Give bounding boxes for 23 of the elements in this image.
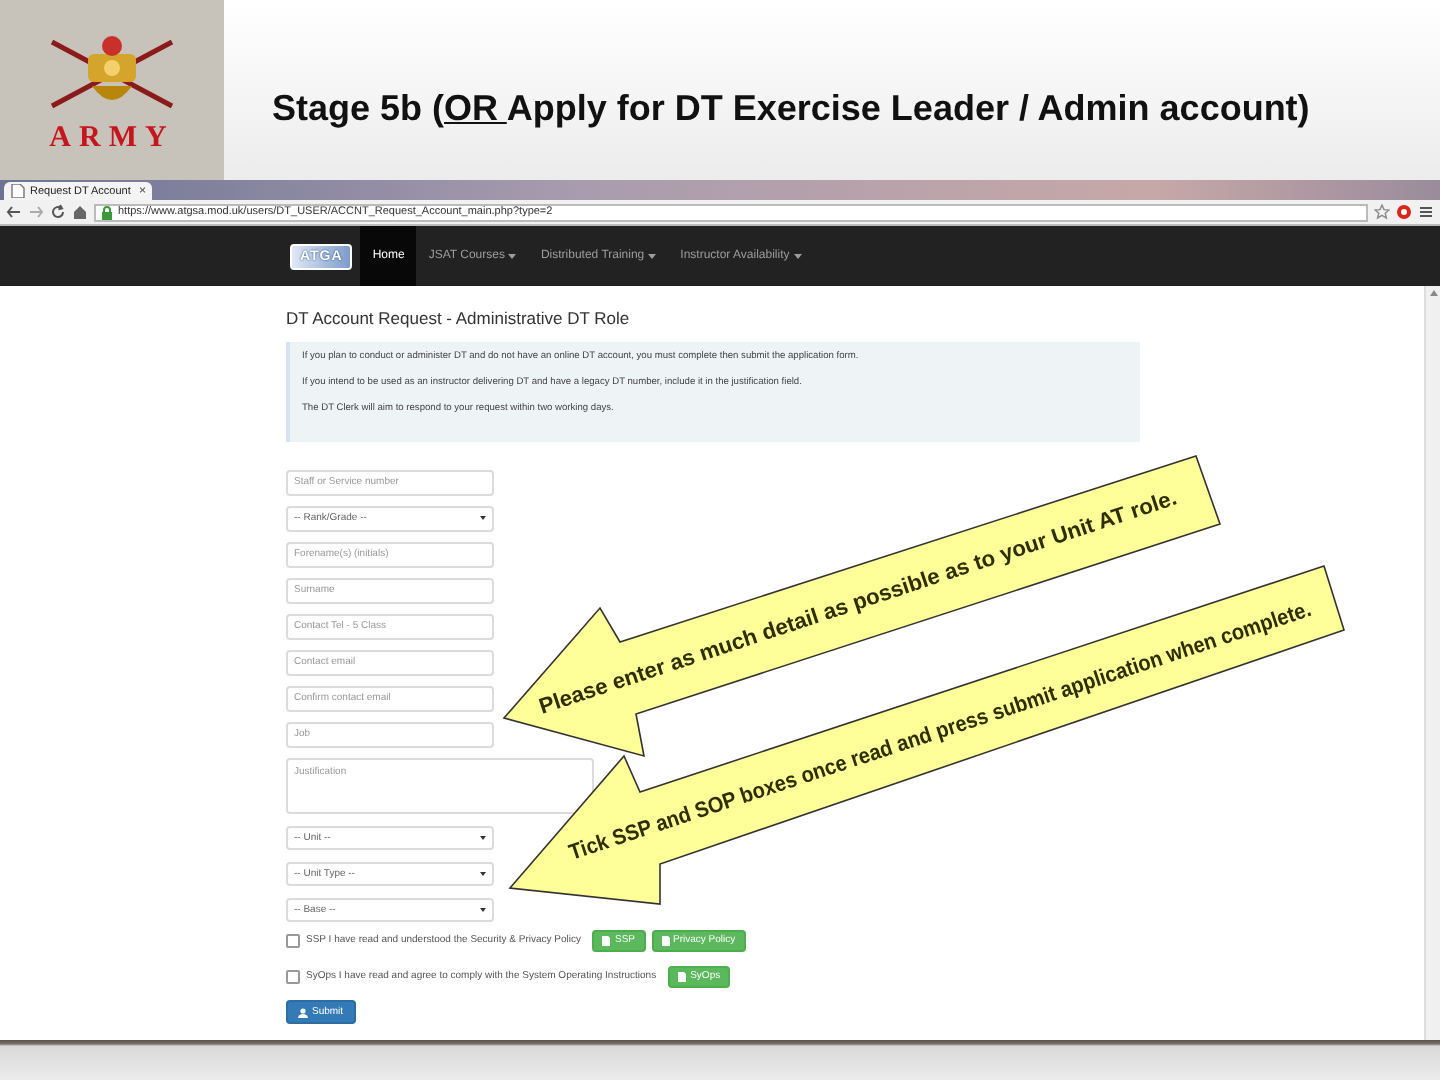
user-icon	[298, 1007, 308, 1017]
back-icon[interactable]	[6, 204, 22, 220]
document-icon	[602, 935, 611, 945]
slide-title: Stage 5b (OR Apply for DT Exercise Leader / Admin account)	[272, 87, 1310, 129]
checkbox[interactable]	[286, 933, 300, 947]
bookmark-star-icon[interactable]	[1374, 204, 1390, 220]
caret-icon	[480, 835, 486, 840]
checkbox[interactable]	[286, 969, 300, 983]
caret-icon	[480, 516, 486, 521]
caret-icon	[480, 907, 486, 912]
caret-icon	[480, 871, 486, 876]
reload-icon[interactable]	[50, 204, 66, 220]
page-heading: DT Account Request - Administrative DT Role	[286, 308, 632, 328]
menu-icon[interactable]	[1418, 204, 1434, 220]
document-icon	[678, 971, 687, 981]
army-wordmark: ARMY	[49, 121, 175, 155]
document-icon	[661, 935, 669, 945]
lock-icon	[100, 205, 114, 219]
scrollbar[interactable]	[1424, 286, 1440, 1040]
forward-icon[interactable]	[28, 204, 44, 220]
home-icon[interactable]	[72, 204, 88, 220]
scroll-up-icon[interactable]	[1429, 290, 1437, 296]
extension-icon[interactable]	[1396, 204, 1412, 220]
